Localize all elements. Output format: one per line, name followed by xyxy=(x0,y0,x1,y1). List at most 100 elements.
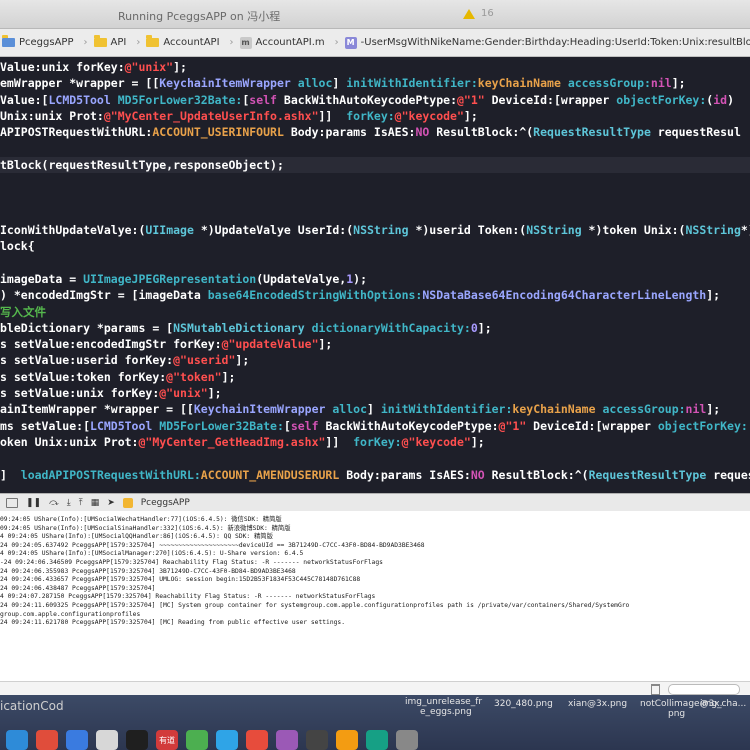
code-token: bleDictionary *params = [ xyxy=(0,320,174,335)
code-token: s setValue:unix forKey: xyxy=(0,386,160,400)
code-token: UIImageJPEGRepresentation xyxy=(83,271,257,286)
code-line: ainItemWrapper *wrapper = [[KeychainItem… xyxy=(0,401,750,417)
code-token: ) xyxy=(727,92,735,107)
build-status[interactable]: 16 xyxy=(463,8,494,19)
app-icon xyxy=(122,497,133,508)
code-token: ] xyxy=(332,76,347,91)
window-title: Running PceggsAPP on 冯小程 xyxy=(118,10,281,23)
source-editor[interactable]: Value:unix forKey:@"unix"]; emWrapper *wr… xyxy=(0,57,750,493)
step-over-icon[interactable]: ⤼ xyxy=(49,498,59,508)
dock: 有道 xyxy=(0,729,750,750)
code-token: accessGroup: xyxy=(602,402,686,417)
code-token: UIImage xyxy=(145,223,194,237)
wechat-icon[interactable] xyxy=(186,730,208,750)
code-token: @"1" xyxy=(457,92,485,107)
app-store-icon[interactable] xyxy=(66,730,88,750)
qq-icon[interactable] xyxy=(126,730,148,750)
step-out-icon[interactable]: ⤒ xyxy=(79,498,83,508)
photos-icon[interactable] xyxy=(96,730,118,750)
code-token: ]; xyxy=(207,386,222,400)
code-token: ACCOUNT_AMENDUSERURL xyxy=(200,467,340,482)
crumb-label: PceggsAPP xyxy=(19,37,74,48)
code-token: *)un xyxy=(740,223,750,237)
desktop-file-label[interactable]: e_eggs.png xyxy=(420,707,472,717)
view-hierarchy-icon[interactable]: ▦ xyxy=(91,498,100,508)
code-token: s setValue:userid forKey: xyxy=(0,353,174,368)
desktop-file-label[interactable]: icationCod xyxy=(0,699,64,713)
code-token: @"keycode" xyxy=(394,108,464,123)
console-output[interactable]: 09:24:05 UShare(Info):[UMSocialWechatHan… xyxy=(0,511,750,691)
terminal-icon[interactable] xyxy=(306,730,328,750)
code-token: MD5ForLower32Bate: xyxy=(117,92,243,107)
app-icon[interactable] xyxy=(276,730,298,750)
code-line: 写入文件 xyxy=(0,304,750,320)
code-token: RequestResultType xyxy=(588,467,707,482)
desktop-file-label[interactable]: png xyxy=(668,709,685,719)
safari-icon[interactable] xyxy=(216,730,238,750)
code-token: Unix:unix Prot: xyxy=(0,108,104,123)
code-line: Value:unix forKey:@"unix"]; xyxy=(0,59,750,75)
code-token: imageData = xyxy=(0,271,84,286)
code-token: @"token" xyxy=(166,369,222,384)
code-line: bleDictionary *params = [NSMutableDictio… xyxy=(0,320,750,336)
code-token: id xyxy=(713,92,728,107)
code-token: nil xyxy=(685,402,707,417)
netease-music-icon[interactable] xyxy=(246,730,268,750)
crumb-label: API xyxy=(110,37,127,48)
crumb-folder-api[interactable]: API xyxy=(93,35,127,48)
desktop-file-label[interactable]: img_cha... xyxy=(700,699,746,709)
crumb-method[interactable]: M -UserMsgWithNikeName:Gender:Birthday:H… xyxy=(344,36,750,49)
code-token: [wrapper xyxy=(553,92,617,107)
code-token: KeychainItemWrapper xyxy=(159,76,291,91)
code-token: IconWithUpdateValye: xyxy=(0,223,139,237)
code-token: dictionaryWithCapacity: xyxy=(311,320,471,335)
desktop-file-label[interactable]: img_unrelease_fr xyxy=(405,697,482,707)
youdao-icon[interactable]: 有道 xyxy=(156,730,178,750)
crumb-folder-accountapi[interactable]: AccountAPI xyxy=(146,35,220,48)
code-token: ]; xyxy=(463,108,478,123)
debug-target[interactable]: PceggsAPP xyxy=(141,498,190,508)
code-line: Unix:unix Prot:@"MyCenter_UpdateUserInfo… xyxy=(0,108,750,124)
pause-icon[interactable]: ❚❚ xyxy=(26,498,41,508)
app-icon[interactable] xyxy=(396,730,418,750)
desktop-file-label[interactable]: 320_480.png xyxy=(494,699,553,709)
code-token: ACCOUNT_USERINFOURL xyxy=(152,125,284,140)
code-token: ]; xyxy=(221,369,236,384)
code-token: ); xyxy=(353,271,367,286)
code-token: forKey: xyxy=(353,434,402,449)
code-token: BackWithAutoKeycodePtype: xyxy=(318,418,499,433)
calendar-icon[interactable] xyxy=(36,730,58,750)
app-icon[interactable] xyxy=(336,730,358,750)
code-token: oken Unix:unix Prot: xyxy=(0,434,139,449)
code-line: IconWithUpdateValye:(UIImage *)UpdateVal… xyxy=(0,222,750,238)
code-token: objectForKey: xyxy=(657,418,748,433)
code-token: self xyxy=(290,418,319,433)
app-icon[interactable] xyxy=(366,730,388,750)
crumb-file[interactable]: m AccountAPI.m xyxy=(239,36,325,49)
finder-icon[interactable] xyxy=(6,730,28,750)
code-line: s setValue:userid forKey:@"userid"]; xyxy=(0,352,750,368)
code-token: ]] xyxy=(318,108,340,123)
code-token: *)token Unix:( xyxy=(581,223,686,237)
code-token: RequestResultType xyxy=(533,125,651,140)
code-token: DeviceId:[wrapper xyxy=(526,418,658,433)
location-icon[interactable]: ➤ xyxy=(107,498,115,508)
crumb-project[interactable]: PceggsAPP xyxy=(2,35,74,48)
code-token: Body: xyxy=(283,125,326,140)
hide-debug-area-icon[interactable] xyxy=(6,497,18,508)
code-token: ms setValue:[ xyxy=(0,418,91,433)
trash-icon[interactable] xyxy=(651,684,660,695)
code-token: ainItemWrapper *wrapper = [[ xyxy=(0,402,194,417)
desktop-file-label[interactable]: xian@3x.png xyxy=(568,699,627,709)
code-token: @"MyCenter_UpdateUserInfo.ashx" xyxy=(103,108,319,123)
code-token: params xyxy=(325,125,367,140)
step-in-icon[interactable]: ⤓ xyxy=(67,498,71,508)
console-filter-input[interactable] xyxy=(668,684,740,695)
code-token: 0 xyxy=(470,320,478,335)
code-token: KeychainItemWrapper xyxy=(193,402,326,417)
code-line: oken Unix:unix Prot:@"MyCenter_GetHeadIm… xyxy=(0,434,750,450)
code-token: MD5ForLower32Bate: xyxy=(159,418,284,433)
